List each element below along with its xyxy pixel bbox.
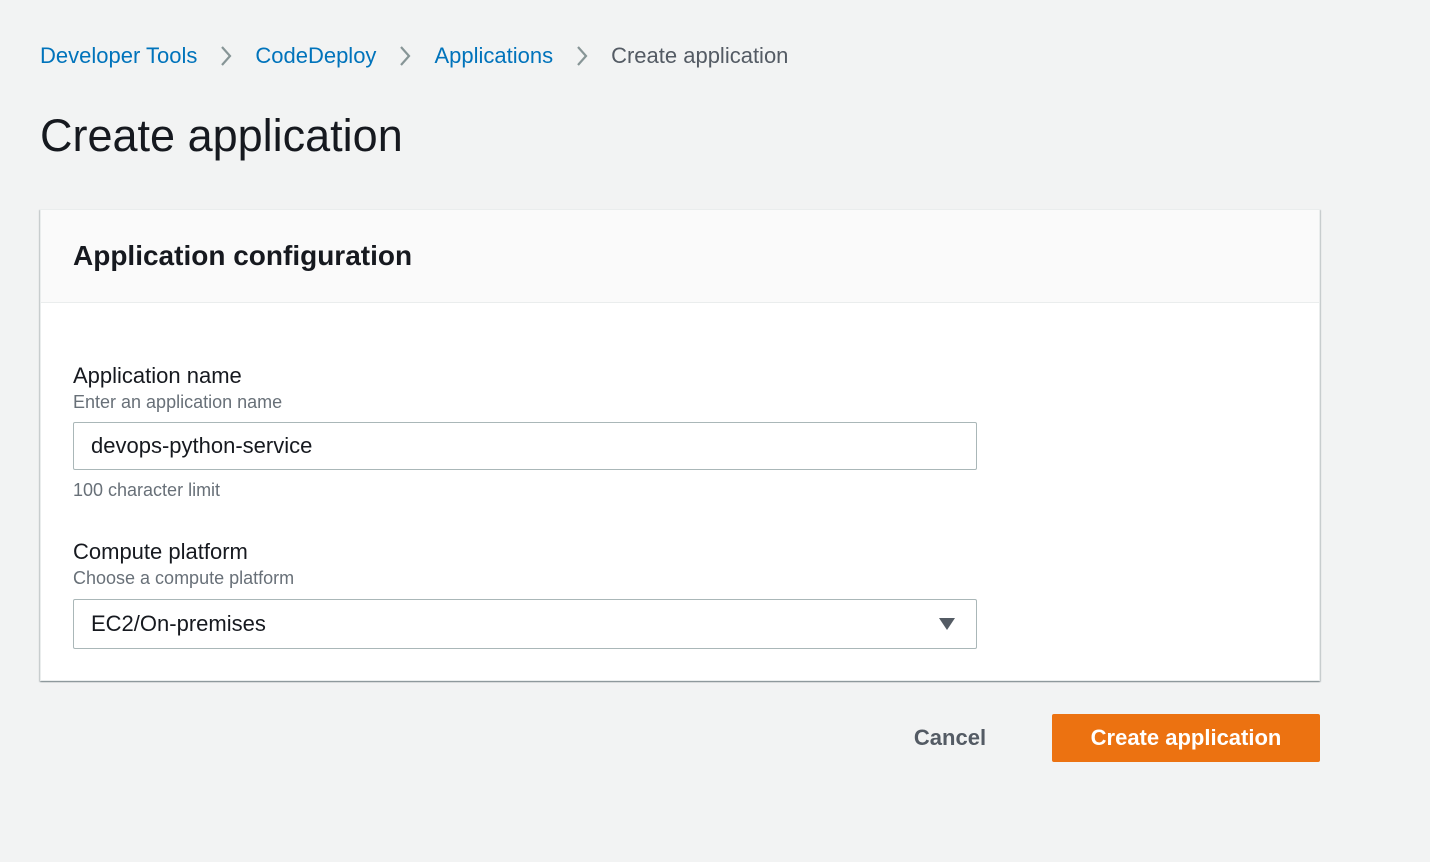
compute-platform-select[interactable]: EC2/On-premises (73, 599, 977, 649)
breadcrumb-current: Create application (611, 43, 789, 68)
application-name-field: Application name Enter an application na… (73, 362, 977, 502)
application-configuration-panel: Application configuration Application na… (40, 209, 1320, 681)
page-title: Create application (40, 110, 403, 161)
chevron-right-icon (197, 42, 255, 70)
breadcrumb-link-developer-tools[interactable]: Developer Tools (40, 43, 197, 69)
compute-platform-description: Choose a compute platform (73, 568, 295, 588)
panel-title: Application configuration (73, 240, 413, 271)
application-name-description: Enter an application name (73, 392, 283, 412)
compute-platform-selected-value: EC2/On-premises (91, 611, 266, 636)
panel-header: Application configuration (41, 210, 1319, 303)
cancel-button[interactable]: Cancel (892, 714, 1008, 762)
compute-platform-field: Compute platform Choose a compute platfo… (73, 538, 977, 649)
breadcrumb-link-codedeploy[interactable]: CodeDeploy (255, 43, 376, 69)
create-application-button[interactable]: Create application (1052, 714, 1320, 762)
application-name-input[interactable] (73, 422, 977, 470)
breadcrumb: Developer Tools CodeDeploy Applications … (40, 42, 788, 70)
chevron-right-icon (553, 42, 611, 70)
breadcrumb-link-applications[interactable]: Applications (434, 43, 553, 69)
caret-down-icon (939, 618, 955, 630)
application-name-constraint: 100 character limit (73, 480, 221, 500)
application-name-label: Application name (73, 363, 242, 388)
chevron-right-icon (376, 42, 434, 70)
compute-platform-label: Compute platform (73, 539, 248, 564)
